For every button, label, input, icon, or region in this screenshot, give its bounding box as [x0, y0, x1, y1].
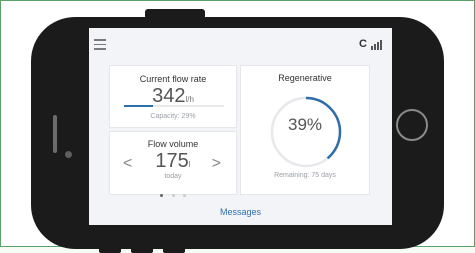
app-screen: C Current flow rate 342l/h Capacity: 29%… — [89, 28, 392, 225]
regenerative-title: Regenerative — [278, 73, 332, 83]
home-button[interactable] — [396, 109, 428, 141]
page-dot[interactable] — [182, 194, 186, 197]
flow-volume-title: Flow volume — [147, 139, 199, 149]
regenerative-card[interactable]: Regenerative 39% Remaining: 75 days — [240, 65, 370, 195]
c-indicator: C — [359, 38, 367, 50]
signal-icon — [371, 40, 383, 50]
side-button — [99, 245, 121, 253]
side-button — [131, 245, 153, 253]
chevron-right-icon[interactable]: > — [212, 156, 221, 172]
flow-rate-card[interactable]: Current flow rate 342l/h Capacity: 29% — [109, 65, 237, 128]
page-dot[interactable] — [171, 194, 175, 197]
flow-rate-number: 342 — [152, 85, 186, 107]
page-dots — [110, 184, 236, 202]
flow-rate-title: Current flow rate — [139, 74, 207, 84]
regenerative-percent: 39% — [287, 115, 323, 134]
capacity-text: Capacity: 29% — [150, 113, 196, 120]
speaker-slot — [53, 115, 57, 153]
flow-volume-period: today — [164, 173, 182, 180]
regenerative-remaining: Remaining: 75 days — [274, 172, 336, 179]
messages-link[interactable]: Messages — [89, 207, 392, 217]
flow-volume-card[interactable]: Flow volume < 175l > today — [109, 131, 237, 197]
capacity-bar-fill — [124, 105, 153, 107]
menu-icon[interactable] — [94, 39, 106, 50]
side-button — [163, 245, 185, 253]
flow-volume-unit: l — [188, 160, 191, 169]
flow-rate-unit: l/h — [185, 95, 194, 104]
flow-volume-number: 175 — [155, 150, 189, 172]
camera-dot — [65, 151, 72, 158]
page-dot[interactable] — [160, 194, 164, 197]
capacity-bar — [124, 105, 224, 107]
